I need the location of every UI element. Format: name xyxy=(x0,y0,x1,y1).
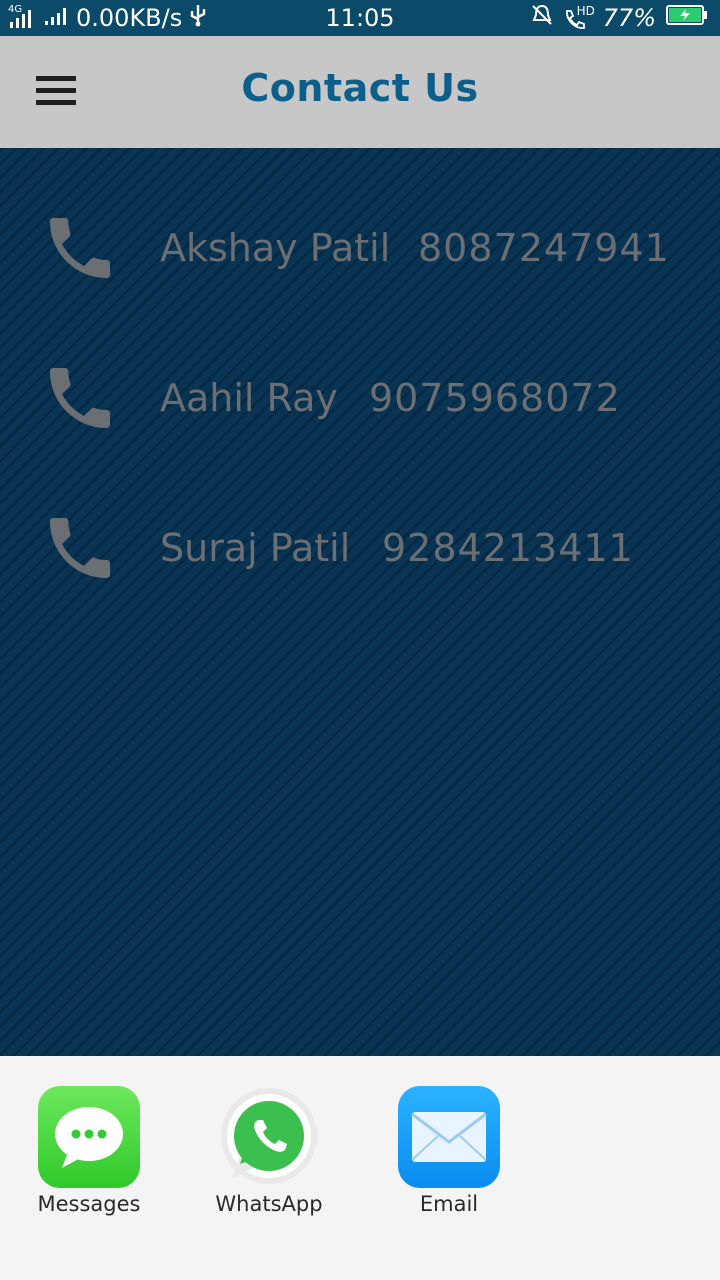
battery-icon xyxy=(666,4,708,32)
muted-bell-icon xyxy=(531,3,553,33)
contact-phone[interactable]: 9075968072 xyxy=(369,376,621,420)
hd-call-icon: HD xyxy=(563,4,595,30)
status-bar: 4G 0.00KB/s 11:05 HD 77% xyxy=(0,0,720,36)
contact-name: Suraj Patil xyxy=(160,526,351,570)
email-icon xyxy=(398,1086,500,1188)
contact-item[interactable]: Akshay Patil 8087247941 xyxy=(0,198,720,298)
app-bar: Contact Us xyxy=(0,36,720,148)
share-whatsapp-button[interactable]: WhatsApp xyxy=(199,1086,339,1216)
whatsapp-icon xyxy=(218,1086,320,1188)
contact-phone[interactable]: 9284213411 xyxy=(382,526,634,570)
share-email-button[interactable]: Email xyxy=(379,1086,519,1216)
contact-list: Akshay Patil 8087247941 Aahil Ray 907596… xyxy=(0,148,720,1056)
share-messages-button[interactable]: Messages xyxy=(19,1086,159,1216)
messages-icon xyxy=(38,1086,140,1188)
share-label: WhatsApp xyxy=(215,1192,323,1216)
share-label: Email xyxy=(419,1192,479,1216)
phone-icon xyxy=(50,368,110,428)
status-right: HD 77% xyxy=(531,3,708,33)
battery-percent: 77% xyxy=(602,4,656,32)
contact-item[interactable]: Aahil Ray 9075968072 xyxy=(0,348,720,448)
share-label: Messages xyxy=(37,1192,141,1216)
contact-phone[interactable]: 8087247941 xyxy=(418,226,670,270)
contact-item[interactable]: Suraj Patil 9284213411 xyxy=(0,498,720,598)
hd-badge: HD xyxy=(576,4,595,18)
phone-icon xyxy=(50,518,110,578)
contact-name: Aahil Ray xyxy=(160,376,338,420)
page-title: Contact Us xyxy=(241,66,479,110)
contact-name: Akshay Patil xyxy=(160,226,391,270)
phone-icon xyxy=(50,218,110,278)
share-sheet: Messages WhatsApp Email xyxy=(0,1056,720,1280)
